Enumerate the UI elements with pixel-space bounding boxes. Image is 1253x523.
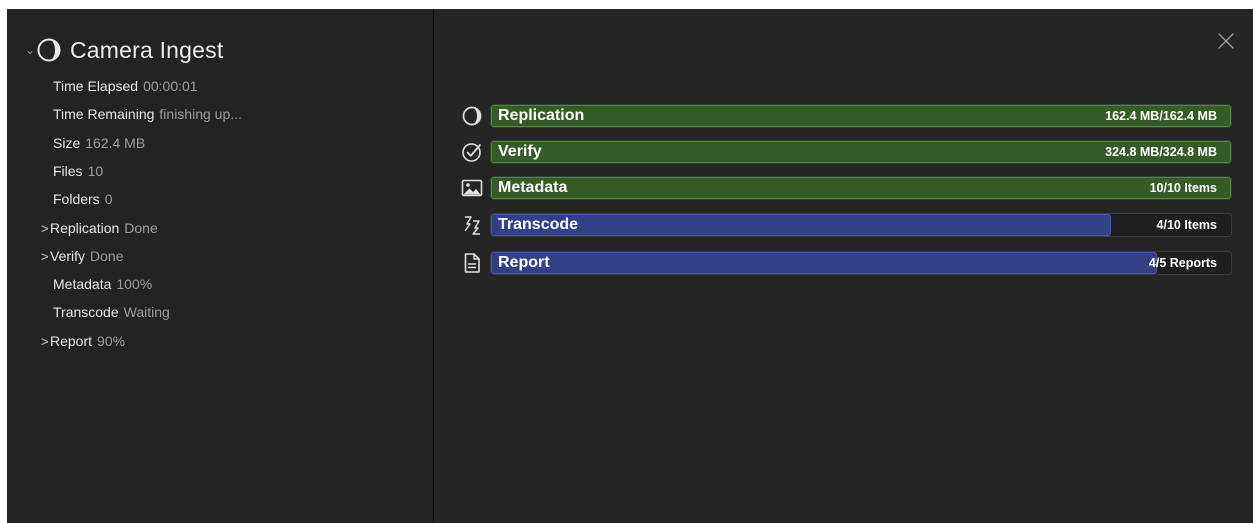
detail-row-replication[interactable]: >Replication Done [41, 218, 158, 238]
progress-bar: Metadata 10/10 Items [490, 176, 1232, 200]
detail-value: 0 [104, 191, 113, 208]
task-name: Verify [498, 143, 542, 160]
replication-ring-icon [462, 106, 482, 126]
detail-label: Size [53, 134, 81, 151]
close-icon[interactable] [1215, 30, 1237, 52]
job-details-panel: ⌄ Camera Ingest Time Elapsed 00:00:01 Tim… [7, 9, 433, 523]
detail-row-time-elapsed: Time Elapsed 00:00:01 [53, 76, 198, 96]
task-progress-panel: Replication 162.4 MB/162.4 MB Verify 324… [434, 9, 1253, 523]
detail-row-report[interactable]: >Report 90% [41, 331, 125, 351]
detail-value: finishing up... [159, 106, 242, 123]
progress-fill [491, 214, 1112, 236]
detail-value: 90% [97, 332, 126, 349]
detail-label: Verify [50, 247, 86, 264]
task-name: Replication [498, 107, 585, 124]
task-amount: 324.8 MB/324.8 MB [1105, 145, 1217, 159]
task-name: Transcode [498, 216, 579, 233]
detail-label: Report [50, 332, 93, 349]
checkmark-circle-icon [462, 143, 481, 162]
detail-label: Files [53, 162, 83, 179]
disclosure-arrow-icon[interactable]: > [41, 219, 50, 239]
detail-value: 100% [116, 276, 153, 293]
detail-label: Metadata [53, 276, 112, 293]
task-row-metadata: Metadata 10/10 Items [460, 176, 1253, 200]
progress-ring-icon [37, 38, 61, 62]
task-name: Metadata [498, 179, 568, 196]
job-title: Camera Ingest [70, 36, 224, 63]
image-icon [461, 179, 483, 197]
task-row-transcode: Transcode 4/10 Items [460, 213, 1253, 237]
detail-value: Done [124, 219, 158, 236]
detail-row-transcode: Transcode Waiting [53, 302, 170, 322]
task-amount: 4/5 Reports [1148, 256, 1217, 270]
detail-label: Time Elapsed [53, 78, 139, 94]
transcode-arrows-icon [464, 216, 480, 235]
progress-bar: Replication 162.4 MB/162.4 MB [490, 104, 1232, 128]
detail-row-verify[interactable]: >Verify Done [41, 246, 123, 266]
detail-label: Time Remaining [53, 106, 155, 123]
progress-bar: Transcode 4/10 Items [490, 213, 1232, 237]
document-icon [464, 253, 480, 273]
detail-label: Transcode [53, 304, 119, 321]
progress-bar: Verify 324.8 MB/324.8 MB [490, 140, 1232, 164]
task-amount: 4/10 Items [1156, 218, 1217, 232]
task-name: Report [498, 254, 550, 271]
detail-row-files: Files 10 [53, 161, 103, 181]
detail-row-size: Size 162.4 MB [53, 133, 145, 153]
detail-value: Done [90, 247, 124, 264]
detail-value: 10 [87, 162, 104, 179]
detail-label: Folders [53, 191, 100, 208]
task-row-verify: Verify 324.8 MB/324.8 MB [460, 140, 1253, 164]
detail-value: 162.4 MB [85, 134, 146, 151]
progress-bar: Report 4/5 Reports [490, 251, 1232, 275]
task-amount: 162.4 MB/162.4 MB [1105, 109, 1217, 123]
ingest-window: ⌄ Camera Ingest Time Elapsed 00:00:01 Tim… [7, 9, 1253, 523]
task-row-replication: Replication 162.4 MB/162.4 MB [460, 104, 1253, 128]
job-header[interactable]: ⌄ Camera Ingest [25, 33, 223, 67]
detail-value: 00:00:01 [143, 78, 198, 94]
progress-fill [491, 252, 1157, 274]
detail-row-time-remaining: Time Remaining finishing up... [53, 104, 242, 124]
disclosure-arrow-icon[interactable]: > [41, 332, 50, 352]
disclosure-arrow-icon[interactable]: > [41, 247, 50, 267]
task-amount: 10/10 Items [1149, 181, 1217, 195]
detail-value: Waiting [123, 304, 170, 321]
detail-row-folders: Folders 0 [53, 189, 112, 209]
detail-row-metadata: Metadata 100% [53, 274, 152, 294]
detail-label: Replication [50, 219, 120, 236]
collapse-chevron-icon[interactable]: ⌄ [25, 43, 35, 57]
progress-fill [491, 177, 1231, 199]
task-row-report: Report 4/5 Reports [460, 251, 1253, 275]
